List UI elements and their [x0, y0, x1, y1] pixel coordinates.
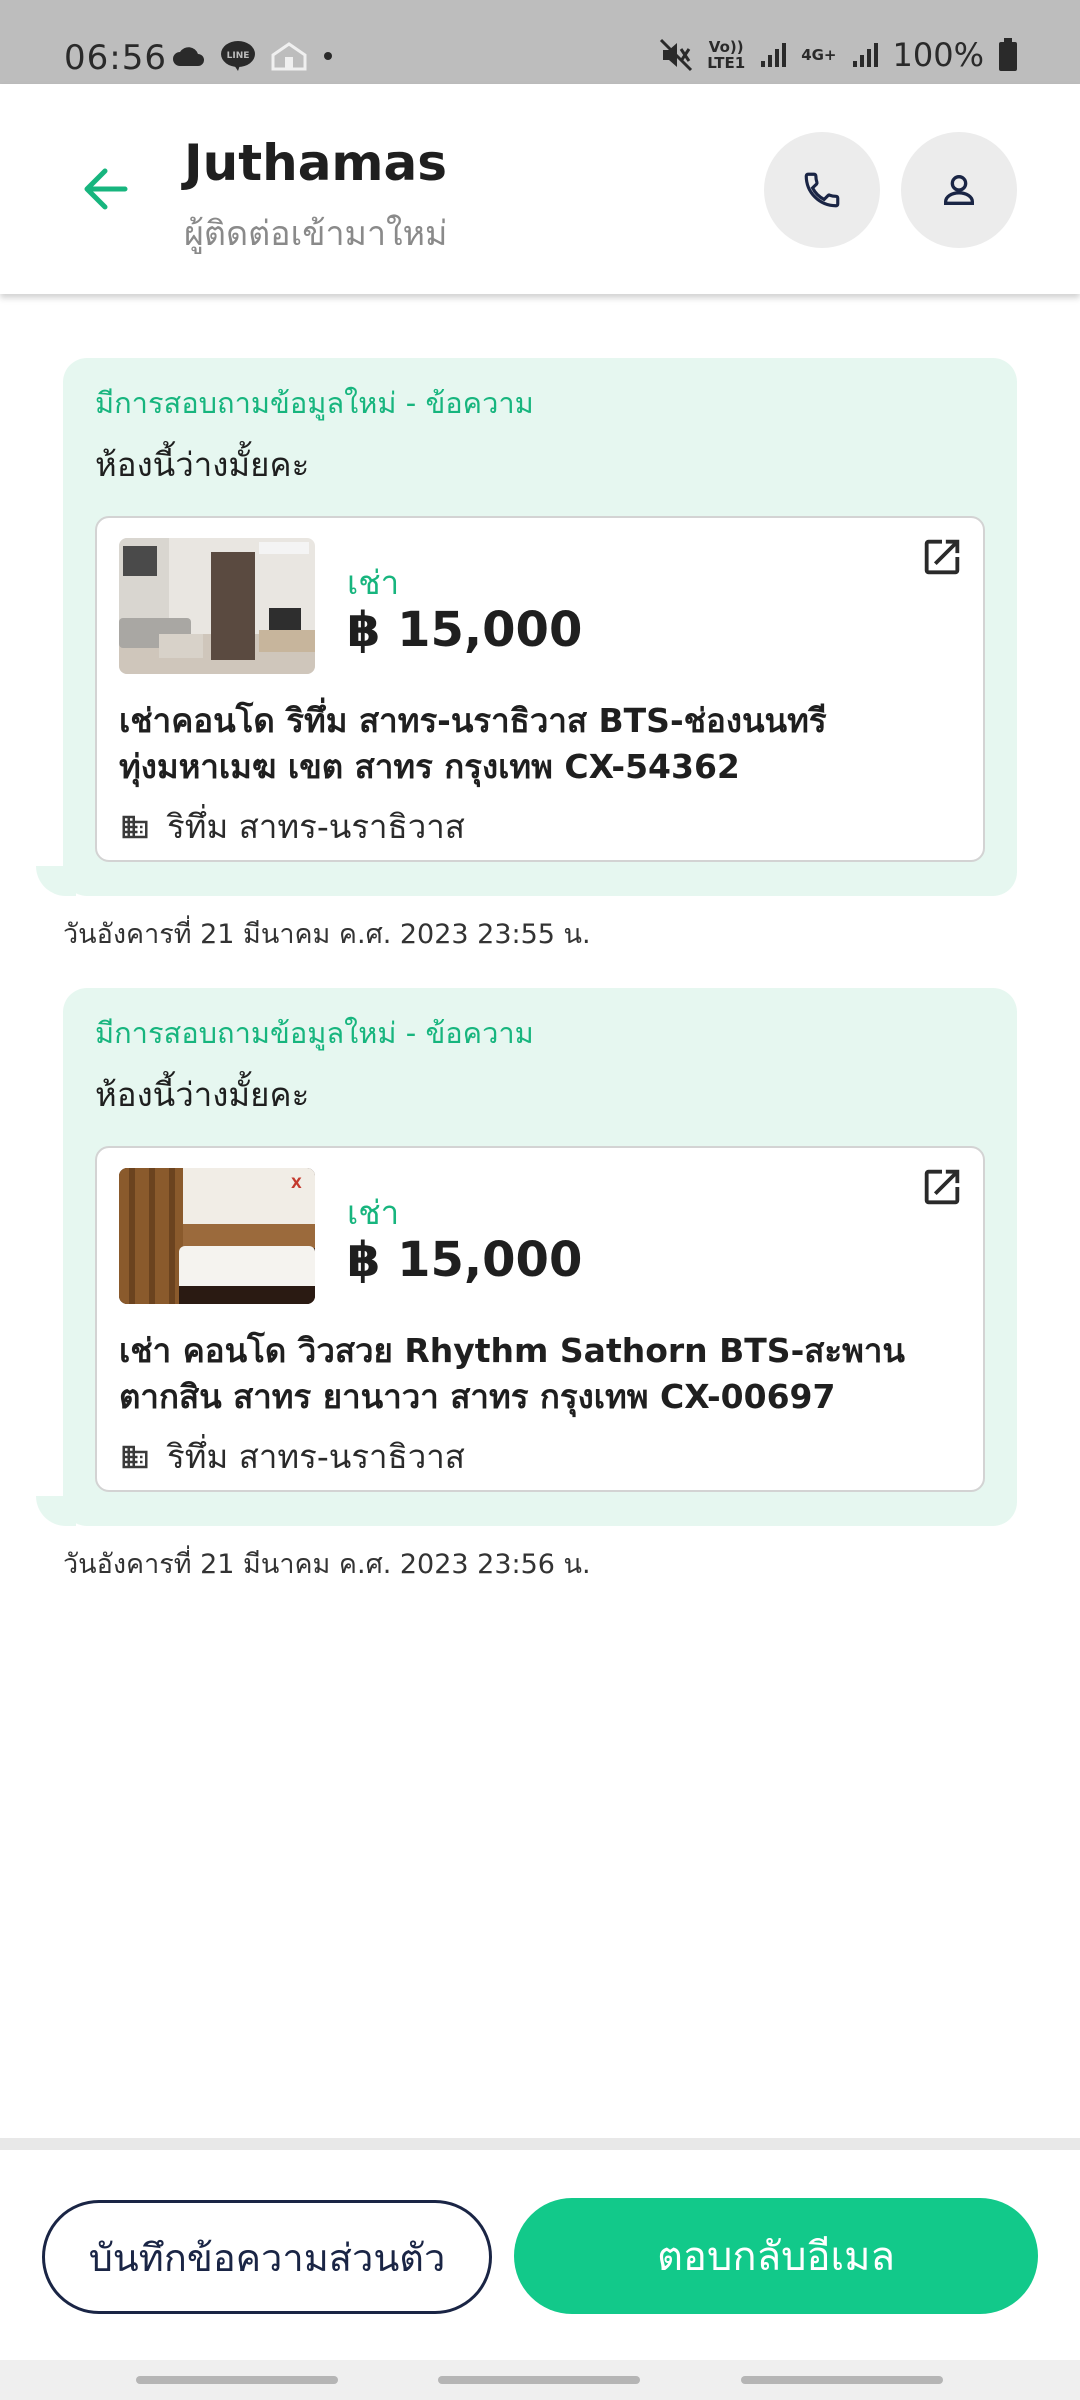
network-type-label: 4G+ [801, 46, 837, 64]
bottom-divider [0, 2138, 1080, 2150]
contact-profile-button[interactable] [901, 132, 1017, 248]
external-link-icon[interactable] [919, 1164, 965, 1210]
battery-icon [999, 38, 1017, 71]
building-icon [122, 1445, 148, 1468]
listing-card[interactable]: X เช่า ฿ 15,000 เช่า คอนโด วิวสวย Rhythm… [95, 1146, 985, 1492]
svg-text:LINE: LINE [227, 51, 250, 61]
private-note-button[interactable]: บันทึกข้อความส่วนตัว [42, 2200, 492, 2314]
system-nav-bar [0, 2360, 1080, 2400]
nav-back-button[interactable] [741, 2376, 943, 2384]
conversation-header: Juthamas ผู้ติดต่อเข้ามาใหม่ [0, 84, 1080, 294]
mute-icon [660, 38, 693, 72]
listing-title: เช่า คอนโด วิวสวย Rhythm Sathorn BTS-สะพ… [119, 1331, 905, 1416]
message-bubble: มีการสอบถามข้อมูลใหม่ - ข้อความ ห้องนี้ว… [63, 358, 1017, 896]
message-title: มีการสอบถามข้อมูลใหม่ - ข้อความ [95, 1016, 534, 1050]
message-timestamp: วันอังคารที่ 21 มีนาคม ค.ศ. 2023 23:55 น… [63, 919, 591, 950]
listing-location: ริทึ่ม สาทร-นราธิวาส [119, 800, 465, 853]
battery-percent: 100% [892, 36, 984, 74]
signal-icon [761, 43, 787, 67]
cloud-icon [173, 47, 204, 66]
message-timestamp: วันอังคารที่ 21 มีนาคม ค.ศ. 2023 23:56 น… [63, 1549, 591, 1580]
line-app-icon: LINE [221, 41, 255, 71]
status-time: 06:56 [64, 38, 167, 78]
phone-icon [804, 172, 840, 208]
message-text: ห้องนี้ว่างมั้ยคะ [95, 1075, 310, 1114]
contact-subtitle: ผู้ติดต่อเข้ามาใหม่ [184, 214, 448, 254]
signal-icon [852, 43, 878, 67]
status-left-icons: LINE [172, 40, 334, 72]
listing-card[interactable]: เช่า ฿ 15,000 เช่าคอนโด ริทึ่ม สาทร-นราธ… [95, 516, 985, 862]
person-icon [944, 175, 974, 205]
message-title: มีการสอบถามข้อมูลใหม่ - ข้อความ [95, 386, 534, 420]
listing-location-text: ริทึ่ม สาทร-นราธิวาส [167, 1437, 465, 1476]
listing-location: ริทึ่ม สาทร-นราธิวาส [119, 1430, 465, 1483]
building-icon [122, 815, 148, 838]
nav-home-button[interactable] [438, 2376, 640, 2384]
home-icon [271, 42, 307, 71]
volte-icon: Vo)) LTE1 [707, 38, 746, 72]
listing-price: ฿ 15,000 [347, 1232, 583, 1288]
call-button[interactable] [764, 132, 880, 248]
svg-text:X: X [291, 1176, 302, 1192]
message-bubble: มีการสอบถามข้อมูลใหม่ - ข้อความ ห้องนี้ว… [63, 988, 1017, 1526]
dot-icon [324, 52, 332, 60]
message-text: ห้องนี้ว่างมั้ยคะ [95, 445, 310, 484]
listing-title: เช่าคอนโด ริทึ่ม สาทร-นราธิวาส BTS-ช่องน… [119, 701, 827, 786]
status-bar: 06:56 LINE Vo)) LTE1 4G+ 100% [0, 0, 1080, 84]
listing-thumbnail [119, 538, 315, 674]
reply-email-button[interactable]: ตอบกลับอีเมล [514, 2198, 1038, 2314]
external-link-icon[interactable] [919, 534, 965, 580]
contact-name: Juthamas [184, 134, 448, 192]
listing-location-text: ริทึ่ม สาทร-นราธิวาส [167, 807, 465, 846]
arrow-left-icon [84, 168, 128, 210]
nav-recent-button[interactable] [136, 2376, 338, 2384]
listing-thumbnail: X [119, 1168, 315, 1304]
status-right-icons: Vo)) LTE1 4G+ 100% [659, 36, 1018, 74]
back-button[interactable] [70, 159, 140, 219]
listing-price: ฿ 15,000 [347, 602, 583, 658]
